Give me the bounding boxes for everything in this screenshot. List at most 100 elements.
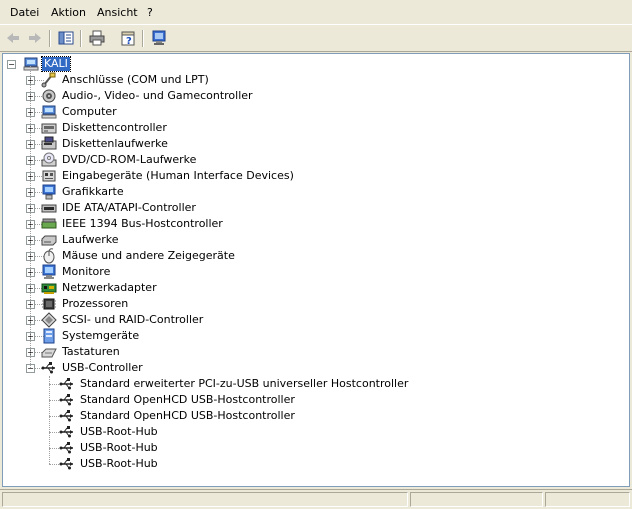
tree-node-label: Eingabegeräte (Human Interface Devices) bbox=[62, 169, 294, 182]
scan-hardware-button[interactable] bbox=[148, 28, 170, 48]
tree-line bbox=[49, 376, 51, 464]
usb-icon bbox=[59, 458, 73, 470]
tree-device-node[interactable]: Standard OpenHCD USB-Hostcontroller bbox=[59, 408, 297, 424]
properties-button[interactable]: ? bbox=[117, 28, 139, 48]
floppy-controller-icon bbox=[41, 123, 57, 134]
cdrom-icon bbox=[41, 152, 57, 167]
tree-node-label: USB-Controller bbox=[62, 361, 143, 374]
tree-line bbox=[49, 464, 59, 466]
print-icon bbox=[89, 30, 105, 46]
tree-category-node[interactable]: Systemgeräte bbox=[41, 328, 141, 344]
tree-node-label: Audio-, Video- und Gamecontroller bbox=[62, 89, 253, 102]
tree-node-label: USB-Root-Hub bbox=[80, 425, 158, 438]
disk-drive-icon bbox=[41, 235, 57, 246]
root-collapse-expander[interactable]: − bbox=[7, 60, 16, 69]
tree-node-label: SCSI- und RAID-Controller bbox=[62, 313, 204, 326]
tree-node-label: KALI bbox=[41, 56, 71, 72]
tree-category-node[interactable]: Prozessoren bbox=[41, 296, 130, 312]
tree-device-node[interactable]: Standard erweiterter PCI-zu-USB universe… bbox=[59, 376, 410, 392]
status-pane bbox=[410, 492, 543, 507]
system-device-icon bbox=[43, 328, 55, 344]
tree-node-label: Anschlüsse (COM und LPT) bbox=[62, 73, 209, 86]
status-pane bbox=[545, 492, 630, 507]
audio-icon bbox=[42, 89, 56, 103]
tree-node-label: Prozessoren bbox=[62, 297, 129, 310]
floppy-drive-icon bbox=[41, 136, 57, 150]
tree-node-label: Standard erweiterter PCI-zu-USB universe… bbox=[80, 377, 409, 390]
tree-category-node[interactable]: Netzwerkadapter bbox=[41, 280, 159, 296]
usb-icon bbox=[59, 442, 73, 454]
tree-node-label: IEEE 1394 Bus-Hostcontroller bbox=[62, 217, 223, 230]
tree-node-label: Monitore bbox=[62, 265, 111, 278]
tree-device-node[interactable]: USB-Root-Hub bbox=[59, 424, 160, 440]
tree-category-node[interactable]: Tastaturen bbox=[41, 344, 122, 360]
toolbar-separator bbox=[80, 30, 82, 47]
status-bar bbox=[0, 489, 632, 509]
tree-category-node[interactable]: Eingabegeräte (Human Interface Devices) bbox=[41, 168, 296, 184]
tree-device-node[interactable]: USB-Root-Hub bbox=[59, 440, 160, 456]
usb-icon bbox=[59, 410, 73, 422]
monitor-icon bbox=[42, 264, 56, 279]
tree-category-node[interactable]: Diskettencontroller bbox=[41, 120, 169, 136]
tree-device-node[interactable]: USB-Root-Hub bbox=[59, 456, 160, 472]
tree-node-label: USB-Root-Hub bbox=[80, 457, 158, 470]
print-button[interactable] bbox=[86, 28, 108, 48]
tree-node-label: Grafikkarte bbox=[62, 185, 124, 198]
tree-node-label: IDE ATA/ATAPI-Controller bbox=[62, 201, 196, 214]
mouse-icon bbox=[43, 248, 55, 264]
forward-icon bbox=[29, 33, 41, 43]
toolbar-separator bbox=[49, 30, 51, 47]
tree-node-label: Tastaturen bbox=[62, 345, 120, 358]
tree-category-node[interactable]: Diskettenlaufwerke bbox=[41, 136, 170, 152]
usb-icon bbox=[41, 362, 55, 374]
usb-icon bbox=[59, 378, 73, 390]
forward-button[interactable] bbox=[24, 28, 46, 48]
svg-text:?: ? bbox=[126, 36, 132, 46]
tree-category-node[interactable]: IEEE 1394 Bus-Hostcontroller bbox=[41, 216, 225, 232]
menu-help[interactable]: ? bbox=[145, 6, 155, 20]
tree-category-node[interactable]: Audio-, Video- und Gamecontroller bbox=[41, 88, 255, 104]
back-button[interactable] bbox=[2, 28, 24, 48]
tree-category-node[interactable]: Monitore bbox=[41, 264, 112, 280]
device-tree[interactable]: − KALI + Anschlüsse (COM und LPT) + Audio-, V… bbox=[2, 53, 630, 487]
tree-category-node[interactable]: IDE ATA/ATAPI-Controller bbox=[41, 200, 198, 216]
ieee1394-icon bbox=[41, 218, 57, 229]
tree-category-node[interactable]: Mäuse und andere Zeigegeräte bbox=[41, 248, 237, 264]
tree-node-label: DVD/CD-ROM-Laufwerke bbox=[62, 153, 197, 166]
status-pane bbox=[2, 492, 408, 507]
ide-controller-icon bbox=[41, 204, 57, 213]
tree-node-label: Netzwerkadapter bbox=[62, 281, 157, 294]
menu-aktion[interactable]: Aktion bbox=[49, 6, 88, 20]
tree-category-node[interactable]: Computer bbox=[41, 104, 119, 120]
tree-node-label: Diskettenlaufwerke bbox=[62, 137, 168, 150]
usb-icon bbox=[59, 394, 73, 406]
toolbar-separator bbox=[142, 30, 144, 47]
usb-icon bbox=[59, 426, 73, 438]
tree-category-node[interactable]: SCSI- und RAID-Controller bbox=[41, 312, 205, 328]
hid-icon bbox=[42, 170, 56, 182]
port-icon bbox=[41, 72, 56, 88]
computer-icon bbox=[41, 105, 57, 119]
tree-category-node[interactable]: DVD/CD-ROM-Laufwerke bbox=[41, 152, 198, 168]
keyboard-icon bbox=[41, 348, 57, 358]
properties-help-icon: ? bbox=[121, 31, 135, 46]
back-icon bbox=[7, 33, 19, 43]
display-adapter-icon bbox=[42, 184, 56, 200]
tree-device-node[interactable]: Standard OpenHCD USB-Hostcontroller bbox=[59, 392, 297, 408]
tree-node-label: Systemgeräte bbox=[62, 329, 140, 342]
scsi-icon bbox=[41, 312, 57, 328]
menu-datei[interactable]: Datei bbox=[8, 6, 41, 20]
show-hide-tree-icon bbox=[58, 31, 74, 45]
tree-category-node[interactable]: Grafikkarte bbox=[41, 184, 126, 200]
tree-category-node[interactable]: Laufwerke bbox=[41, 232, 121, 248]
menu-bar: Datei Aktion Ansicht ? bbox=[0, 0, 632, 24]
toolbar: ? bbox=[0, 24, 632, 52]
show-hide-tree-button[interactable] bbox=[55, 28, 77, 48]
processor-icon bbox=[42, 298, 56, 310]
tree-category-node[interactable]: USB-Controller bbox=[41, 360, 145, 376]
tree-node-label: USB-Root-Hub bbox=[80, 441, 158, 454]
menu-ansicht[interactable]: Ansicht bbox=[95, 6, 140, 20]
tree-category-node[interactable]: Anschlüsse (COM und LPT) bbox=[41, 72, 211, 88]
tree-node-label: Diskettencontroller bbox=[62, 121, 167, 134]
tree-node-label: Mäuse und andere Zeigegeräte bbox=[62, 249, 235, 262]
